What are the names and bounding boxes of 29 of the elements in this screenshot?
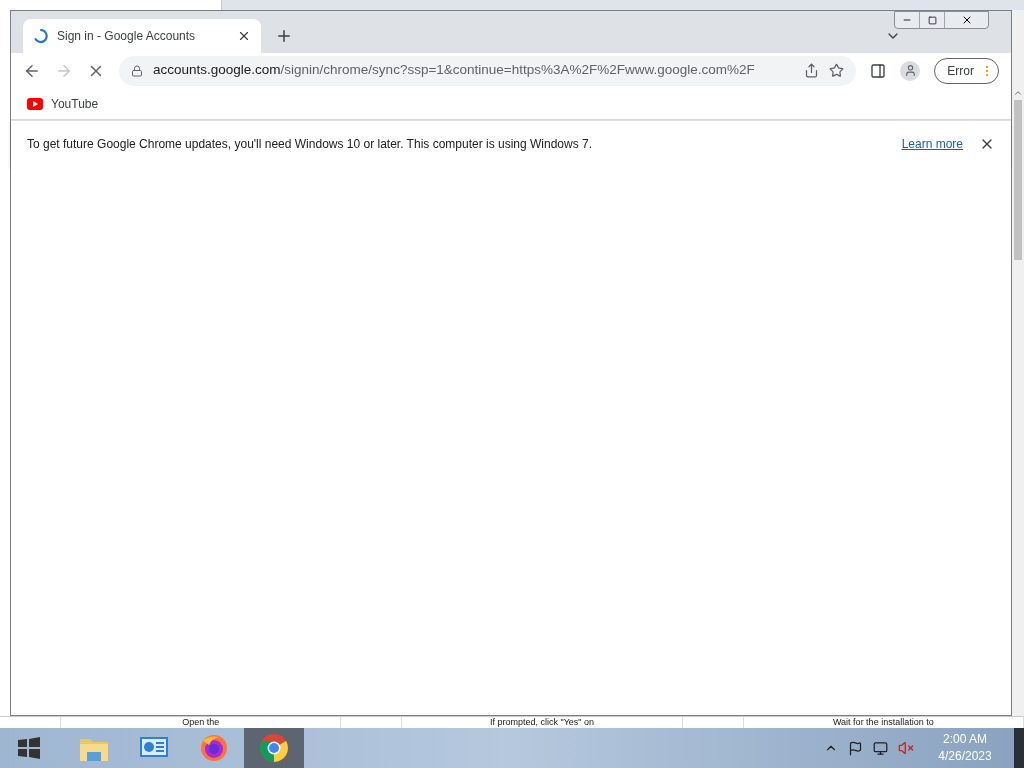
bookmark-star-icon[interactable] <box>829 63 845 78</box>
info-message: To get future Google Chrome updates, you'll need Windows 10 or later. This computer is using Windows 7. <box>27 135 594 153</box>
clock-date: 4/26/2023 <box>938 748 992 765</box>
taskbar-app[interactable] <box>244 728 304 768</box>
bookmark-item[interactable]: YouTube <box>27 94 99 113</box>
step-text: Open the <box>182 717 220 728</box>
profile-avatar[interactable] <box>900 60 921 81</box>
url-text: accounts.google.com/signin/chrome/sync?ssp=1&continue=https%3A%2F%2Fwww.google.com%2F <box>153 61 756 80</box>
new-tab-icon[interactable] <box>275 27 293 45</box>
tab-title: Sign in - Google Accounts <box>57 28 197 45</box>
side-panel-icon[interactable] <box>870 62 887 79</box>
step-text: If prompted, click "Yes" on <box>489 717 595 728</box>
learn-more-link[interactable]: Learn more <box>901 134 963 153</box>
address-bar[interactable]: accounts.google.com/signin/chrome/sync?ssp=1&continue=https%3A%2F%2Fwww.google.com%2F <box>119 55 857 86</box>
play-logo-icon <box>27 97 43 110</box>
restore-icon <box>927 15 937 25</box>
scrollbar-thumb[interactable] <box>1014 100 1022 260</box>
clock-time: 2:00 AM <box>943 731 987 748</box>
share-icon[interactable] <box>804 63 820 78</box>
start-icon[interactable] <box>16 736 42 760</box>
chrome-icon <box>259 733 289 763</box>
flag-icon[interactable] <box>848 740 863 756</box>
close-icon[interactable] <box>237 29 251 43</box>
browser-tab[interactable]: Sign in - Google Accounts <box>23 19 261 53</box>
lock-icon <box>131 64 143 77</box>
firefox-icon <box>199 733 229 763</box>
scroll-up-icon[interactable] <box>1013 88 1023 98</box>
step-text: Wait for the installation to <box>832 717 934 728</box>
muted-speaker-icon[interactable] <box>898 740 914 756</box>
